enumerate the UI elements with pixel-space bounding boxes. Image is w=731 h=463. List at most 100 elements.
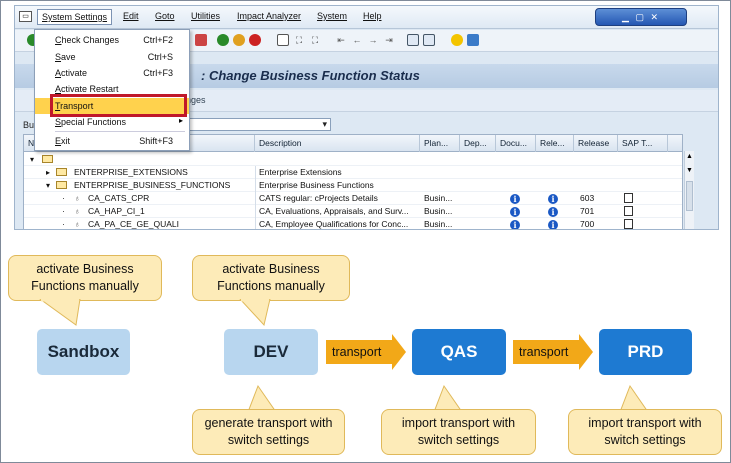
callout-qas-bottom: import transport with switch settings [381, 409, 536, 455]
menu-item-label: Activate [55, 68, 88, 78]
scroll-up-icon[interactable]: ▲ [686, 153, 693, 160]
menu-item-shortcut: Ctrl+F3 [143, 68, 173, 78]
filter-label: Bu [23, 120, 35, 130]
table-row[interactable]: · ♁ CA_CATS_CPR CATS regular: cProjects … [24, 192, 682, 205]
row-name: CA_HAP_CI_1 [88, 206, 145, 216]
document-icon[interactable] [624, 219, 633, 229]
system-menu-icon[interactable]: ▭ [19, 11, 32, 22]
table-row[interactable]: · ♁ CA_PA_CE_GE_QUALI CA, Employee Quali… [24, 218, 682, 229]
table-row[interactable]: ▸ ENTERPRISE_EXTENSIONS Enterprise Exten… [24, 166, 682, 179]
callout-tail [619, 384, 649, 412]
menu-item-shortcut: Shift+F3 [139, 136, 173, 146]
menu-item-activate[interactable]: Activate Ctrl+F3 [35, 65, 189, 81]
release-info-icon[interactable]: i [548, 219, 558, 229]
col-documentation[interactable]: Docu... [496, 135, 536, 152]
menu-system-settings[interactable]: System Settings [37, 9, 113, 25]
menu-edit[interactable]: Edit [123, 11, 139, 21]
row-description: Enterprise Business Functions [259, 180, 374, 190]
col-description[interactable]: Description [255, 135, 420, 152]
row-plan: Busin... [424, 219, 453, 229]
bullet-icon: · [62, 219, 65, 229]
menu-help[interactable]: Help [363, 11, 382, 21]
row-name: ENTERPRISE_EXTENSIONS [74, 167, 188, 177]
node-sandbox: Sandbox [37, 329, 130, 375]
prev-page-icon[interactable]: ← [351, 34, 363, 46]
menu-item-exit[interactable]: Exit Shift+F3 [35, 133, 189, 149]
callout-tail [433, 384, 463, 412]
menu-utilities[interactable]: Utilities [191, 11, 220, 21]
menu-item-check-changes[interactable]: Check Changes Ctrl+F2 [35, 32, 189, 48]
menu-impact-analyzer[interactable]: Impact Analyzer [237, 11, 301, 21]
node-qas: QAS [412, 329, 506, 375]
row-plan: Busin... [424, 206, 453, 216]
menu-bar: ▭ System Settings Edit Goto Utilities Im… [15, 6, 718, 29]
callout-tail [39, 299, 81, 326]
help-icon[interactable] [451, 34, 463, 46]
back-icon[interactable] [217, 34, 229, 46]
documentation-info-icon[interactable]: i [510, 219, 520, 229]
shortcut-icon[interactable] [423, 34, 435, 46]
row-release: 603 [580, 193, 595, 203]
next-page-icon[interactable]: → [367, 34, 379, 46]
bullet-icon: · [62, 206, 65, 216]
grid-scrollbar[interactable]: ▲ ▼ [684, 151, 694, 229]
find-next-icon[interactable]: ⛶ [309, 34, 321, 46]
business-function-icon: ♁ [74, 219, 81, 229]
new-session-icon[interactable] [407, 34, 419, 46]
col-sap-tcode[interactable]: SAP T... [618, 135, 668, 152]
menu-item-label: Special Functions [55, 117, 127, 127]
find-icon[interactable]: ⛶ [293, 34, 305, 46]
col-planned[interactable]: Plan... [420, 135, 460, 152]
menu-item-save[interactable]: Save Ctrl+S [35, 49, 189, 65]
callout-dev-bottom: generate transport with switch settings [192, 409, 345, 455]
save-icon[interactable] [195, 34, 207, 46]
folder-icon [42, 153, 56, 166]
table-row[interactable]: · ♁ CA_HAP_CI_1 CA, Evaluations, Apprais… [24, 205, 682, 218]
row-description: CA, Evaluations, Appraisals, and Surv... [259, 206, 409, 216]
page-title: : Change Business Function Status [201, 68, 420, 83]
first-page-icon[interactable]: ⇤ [335, 34, 347, 46]
node-prd: PRD [599, 329, 692, 375]
folder-icon [56, 166, 70, 179]
window-controls[interactable]: ▁ ▢ ✕ [595, 8, 687, 26]
business-function-icon: ♁ [74, 206, 81, 216]
menu-goto[interactable]: Goto [155, 11, 175, 21]
col-release[interactable]: Release [574, 135, 618, 152]
layout-icon[interactable] [467, 34, 479, 46]
collapse-icon[interactable]: ▸ [46, 166, 50, 179]
row-name: CA_CATS_CPR [88, 193, 150, 203]
callout-tail [239, 299, 271, 327]
menu-separator [55, 131, 185, 132]
col-release-info[interactable]: Rele... [536, 135, 574, 152]
col-dependencies[interactable]: Dep... [460, 135, 496, 152]
table-row[interactable]: ▾ ENTERPRISE_BUSINESS_FUNCTIONS Enterpri… [24, 179, 682, 192]
scroll-down-icon[interactable]: ▼ [686, 167, 693, 174]
filter-dropdown[interactable] [188, 118, 331, 131]
submenu-arrow-icon: ▸ [178, 116, 183, 125]
expand-icon[interactable]: ▾ [30, 153, 34, 166]
menu-system[interactable]: System [317, 11, 347, 21]
last-page-icon[interactable]: ⇥ [383, 34, 395, 46]
scroll-thumb[interactable] [686, 181, 693, 211]
menu-item-shortcut: Ctrl+F2 [143, 35, 173, 45]
callout-dev-top: activate Business Functions manually [192, 255, 350, 301]
print-icon[interactable] [277, 34, 289, 46]
exit-icon[interactable] [233, 34, 245, 46]
row-description: Enterprise Extensions [259, 167, 342, 177]
arrow-transport-2: transport [513, 334, 593, 370]
row-plan: Busin... [424, 193, 453, 203]
row-release: 701 [580, 206, 595, 216]
node-dev: DEV [224, 329, 318, 375]
menu-item-label: Activate Restart [55, 84, 119, 94]
highlight-box [50, 94, 187, 117]
folder-icon [56, 179, 70, 192]
callout-text: activate Business Functions manually [31, 262, 139, 293]
callout-sandbox: activate Business Functions manually [8, 255, 162, 301]
business-function-icon: ♁ [74, 193, 81, 203]
cancel-icon[interactable] [249, 34, 261, 46]
menu-item-shortcut: Ctrl+S [147, 52, 173, 62]
tree-root-row[interactable]: ▾ [24, 153, 682, 166]
menu-item-label: Exit [55, 136, 71, 146]
expand-icon[interactable]: ▾ [46, 179, 50, 192]
callout-text: import transport with switch settings [401, 416, 516, 447]
